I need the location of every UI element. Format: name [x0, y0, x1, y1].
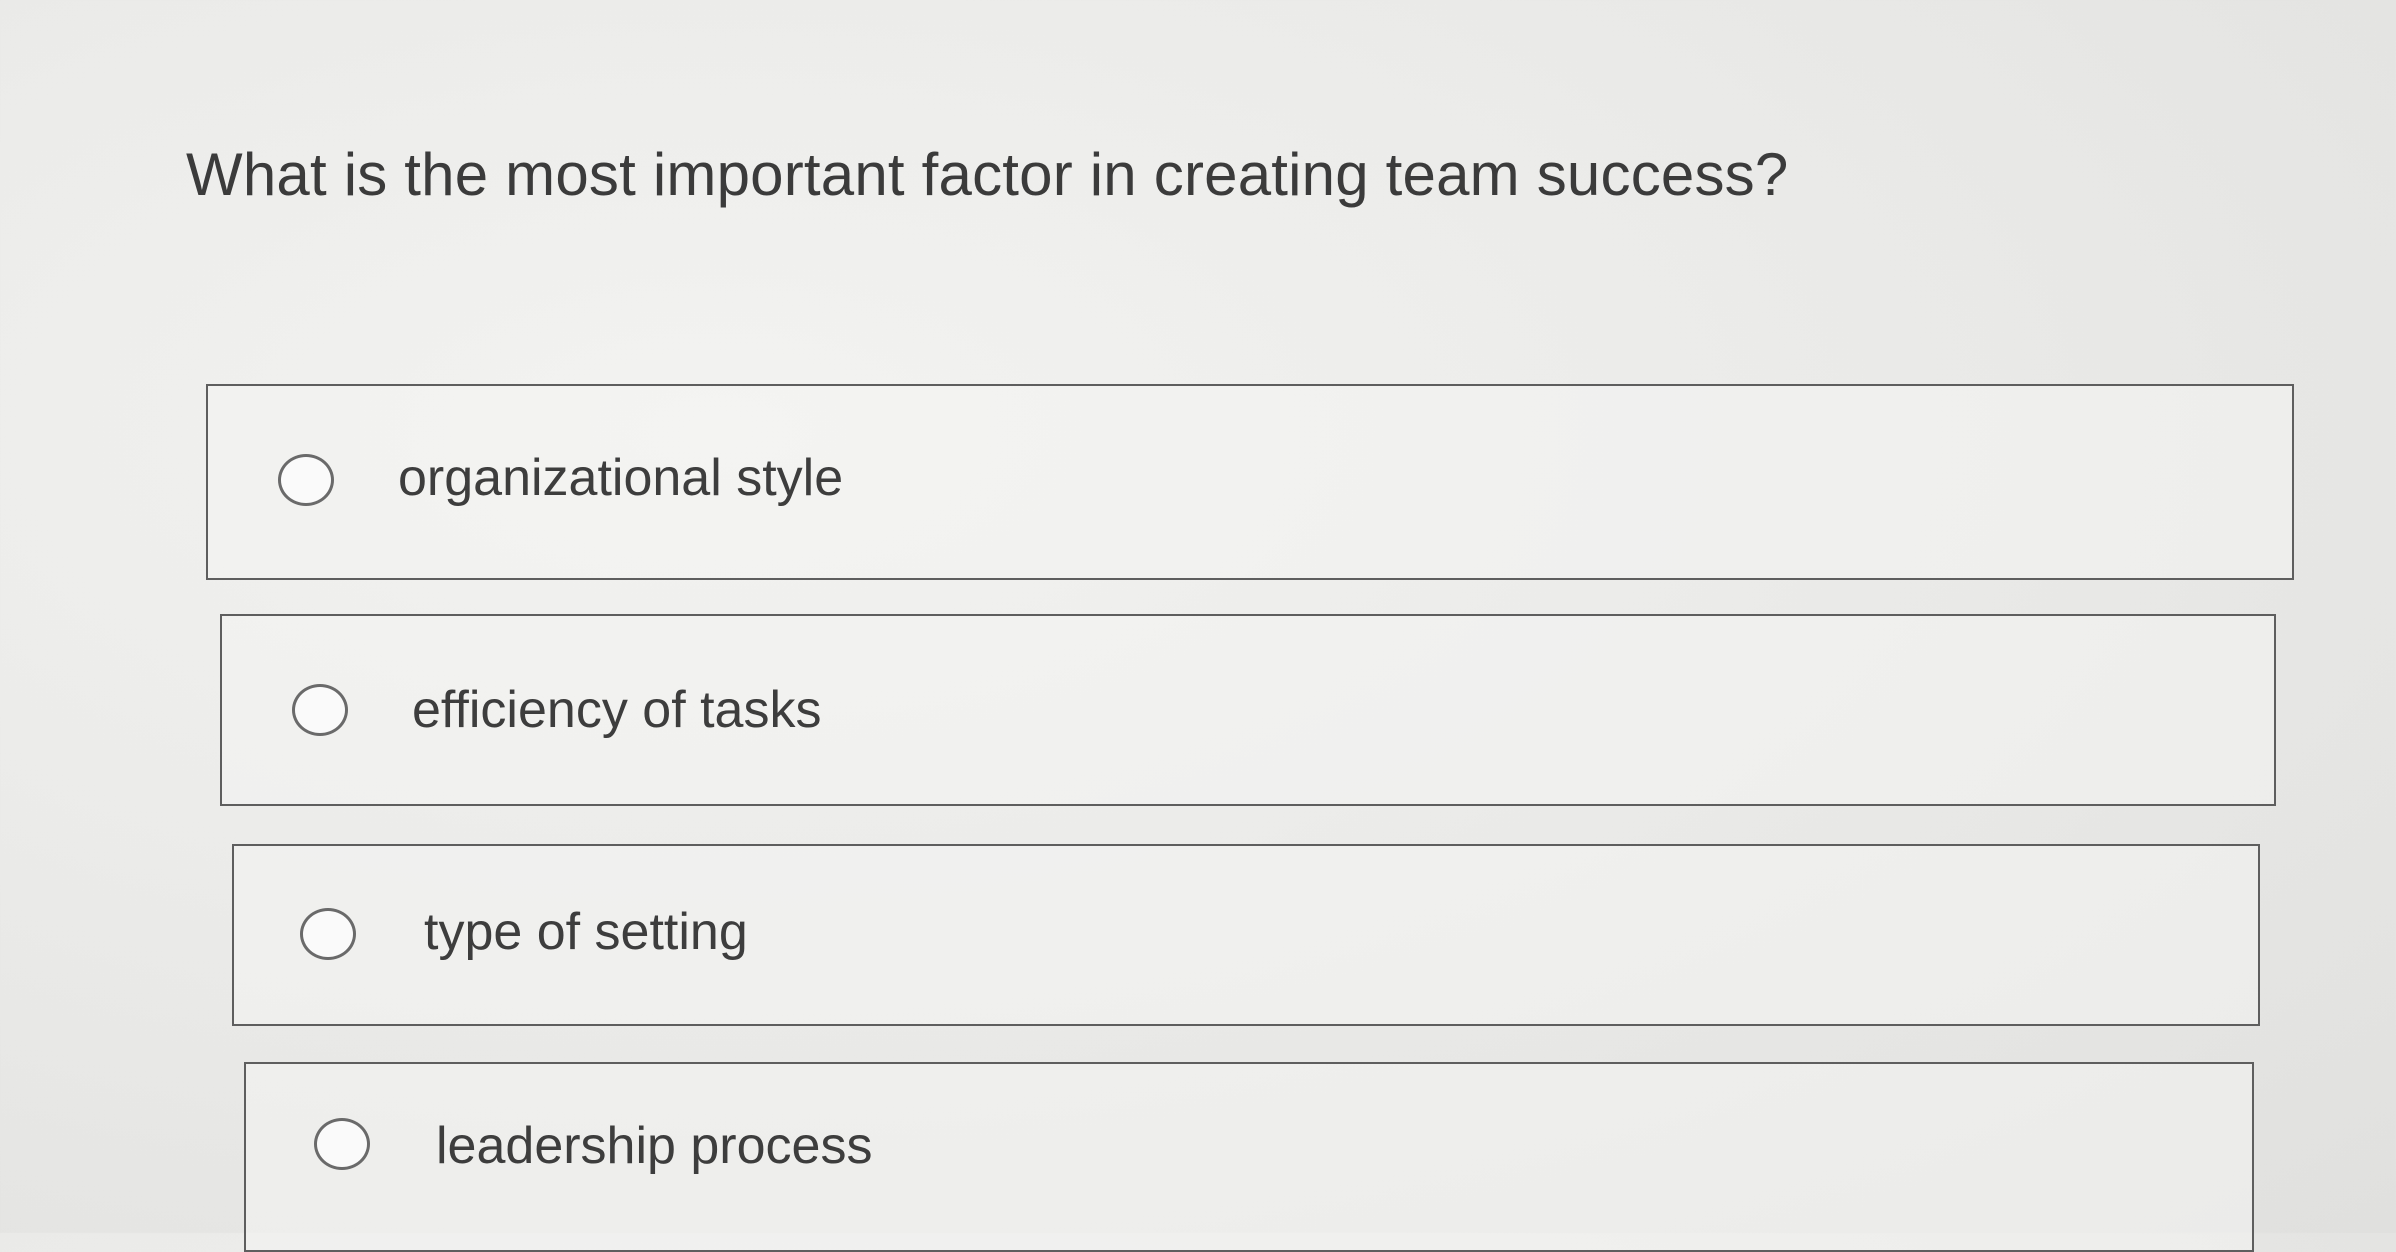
answer-option-organizational-style[interactable]: organizational style [206, 384, 2294, 580]
answer-option-type-of-setting[interactable]: type of setting [232, 844, 2260, 1026]
answer-option-leadership-process[interactable]: leadership process [244, 1062, 2254, 1252]
answer-option-label: type of setting [424, 903, 748, 961]
answer-option-efficiency-of-tasks[interactable]: efficiency of tasks [220, 614, 2276, 806]
answer-option-label: leadership process [436, 1117, 873, 1175]
radio-button-icon[interactable] [300, 908, 356, 960]
radio-button-icon[interactable] [314, 1118, 370, 1170]
answer-option-label: efficiency of tasks [412, 681, 822, 739]
answer-options: organizational style efficiency of tasks… [0, 0, 2396, 1252]
radio-button-icon[interactable] [278, 454, 334, 506]
radio-button-icon[interactable] [292, 684, 348, 736]
answer-option-label: organizational style [398, 449, 844, 507]
quiz-page: What is the most important factor in cre… [0, 0, 2396, 1252]
